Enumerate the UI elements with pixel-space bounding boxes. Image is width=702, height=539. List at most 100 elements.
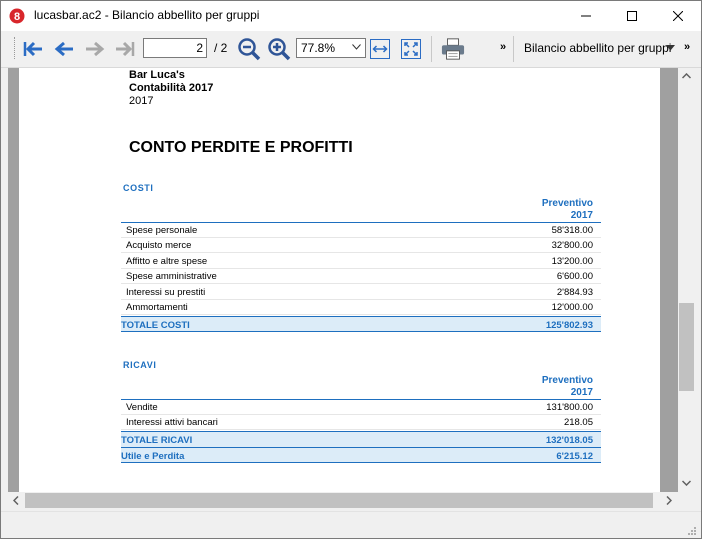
total-value: 125'802.93 <box>545 320 593 331</box>
app-logo-icon: 8 <box>9 8 25 24</box>
report-page: Bar Luca's Contabilità 2017 2017 CONTO P… <box>19 68 660 492</box>
minimize-button[interactable] <box>563 1 609 31</box>
window-title: lucasbar.ac2 - Bilancio abbellito per gr… <box>34 8 260 22</box>
vertical-scroll-thumb[interactable] <box>679 303 694 391</box>
revenues-column-head: Preventivo 2017 <box>513 375 593 399</box>
result-label: Utile e Perdita <box>121 451 185 462</box>
revenues-column-title: Preventivo <box>541 375 593 386</box>
costs-column-year: 2017 <box>570 210 593 221</box>
toolbar-overflow-button[interactable]: » <box>500 41 506 53</box>
scroll-left-icon[interactable] <box>13 496 19 505</box>
fit-page-button[interactable] <box>399 37 423 61</box>
row-value: 2'884.93 <box>556 287 593 298</box>
report-year: 2017 <box>129 95 154 107</box>
row-label: Spese personale <box>126 225 198 236</box>
scrollbar-corner <box>678 492 695 509</box>
vertical-scrollbar[interactable] <box>678 68 695 492</box>
last-page-icon <box>116 41 135 57</box>
document-viewport[interactable]: Bar Luca's Contabilità 2017 2017 CONTO P… <box>8 68 678 492</box>
row-value: 131'800.00 <box>546 402 593 413</box>
zoom-out-icon <box>238 38 261 61</box>
row-value: 218.05 <box>563 417 593 428</box>
arrow-right-icon <box>86 41 105 57</box>
maximize-button[interactable] <box>609 1 655 31</box>
total-label: TOTALE COSTI <box>121 320 190 331</box>
result-value: 6'215.12 <box>556 451 593 462</box>
row-label: Affitto e altre spese <box>126 256 208 267</box>
horizontal-scroll-thumb[interactable] <box>25 493 653 508</box>
scroll-right-icon[interactable] <box>666 496 672 505</box>
report-title: CONTO PERDITE E PROFITTI <box>129 139 353 156</box>
table-row: Spese amministrative 6'600.00 <box>121 269 601 284</box>
table-row: Interessi attivi bancari 218.05 <box>121 415 601 430</box>
page-number-input[interactable]: 2 <box>143 38 207 58</box>
table-row: Vendite 131'800.00 <box>121 400 601 415</box>
row-value: 12'000.00 <box>551 302 593 313</box>
toolbar-grip[interactable] <box>14 37 18 59</box>
fit-page-icon <box>401 39 421 59</box>
title-bar[interactable]: 8 lucasbar.ac2 - Bilancio abbellito per … <box>1 1 701 31</box>
report-select[interactable]: Bilancio abbellito per gruppi <box>524 41 671 55</box>
first-page-button[interactable] <box>21 37 45 61</box>
maximize-icon <box>627 11 637 21</box>
row-value: 32'800.00 <box>551 240 593 251</box>
page-total-label: / 2 <box>214 41 228 55</box>
row-label: Vendite <box>126 402 158 413</box>
result-row: Utile e Perdita 6'215.12 <box>121 447 601 463</box>
toolbar-separator <box>431 36 432 62</box>
svg-text:8: 8 <box>14 11 20 23</box>
report-dropdown-icon[interactable] <box>666 45 675 51</box>
previous-page-button[interactable] <box>52 37 76 61</box>
toolbar: 2 / 2 77.8% » Bilancio abbellito per gru… <box>1 31 701 68</box>
row-label: Interessi su prestiti <box>126 287 206 298</box>
costs-section-label: COSTI <box>123 183 154 193</box>
table-row: Interessi su prestiti 2'884.93 <box>121 285 601 300</box>
total-label: TOTALE RICAVI <box>121 435 193 446</box>
revenues-total-row: TOTALE RICAVI 132'018.05 <box>121 431 601 447</box>
costs-column-head: Preventivo 2017 <box>513 198 593 222</box>
row-value: 13'200.00 <box>551 256 593 267</box>
fit-width-button[interactable] <box>368 37 392 61</box>
company-name: Bar Luca's <box>129 69 185 81</box>
fit-width-icon <box>370 39 390 59</box>
row-label: Interessi attivi bancari <box>126 417 218 428</box>
zoom-in-button[interactable] <box>267 37 291 61</box>
table-row: Ammortamenti 12'000.00 <box>121 300 601 315</box>
scroll-up-icon[interactable] <box>682 73 691 79</box>
horizontal-scrollbar[interactable] <box>8 492 678 509</box>
close-icon <box>673 11 683 21</box>
status-bar <box>1 511 701 538</box>
zoom-out-button[interactable] <box>237 37 261 61</box>
table-row: Acquisto merce 32'800.00 <box>121 238 601 253</box>
chevron-down-icon <box>352 44 361 50</box>
zoom-value: 77.8% <box>301 41 336 55</box>
row-label: Ammortamenti <box>126 302 188 313</box>
row-label: Spese amministrative <box>126 271 217 282</box>
first-page-icon <box>23 41 42 57</box>
revenues-column-year: 2017 <box>570 387 593 398</box>
close-button[interactable] <box>655 1 701 31</box>
row-value: 6'600.00 <box>556 271 593 282</box>
zoom-select[interactable]: 77.8% <box>296 38 366 58</box>
revenues-section-label: RICAVI <box>123 360 157 370</box>
table-row: Spese personale 58'318.00 <box>121 223 601 238</box>
print-button[interactable] <box>441 37 465 61</box>
last-page-button[interactable] <box>113 37 137 61</box>
resize-grip-icon[interactable] <box>687 526 697 536</box>
total-value: 132'018.05 <box>545 435 593 446</box>
costs-total-row: TOTALE COSTI 125'802.93 <box>121 316 601 332</box>
arrow-left-icon <box>54 41 73 57</box>
report-overflow-button[interactable]: » <box>684 41 690 53</box>
printer-icon <box>441 38 465 60</box>
costs-column-title: Preventivo <box>541 198 593 209</box>
zoom-in-icon <box>268 38 291 61</box>
row-label: Acquisto merce <box>126 240 192 251</box>
minimize-icon <box>581 15 591 17</box>
toolbar-separator <box>513 36 514 62</box>
next-page-button[interactable] <box>83 37 107 61</box>
report-subtitle: Contabilità 2017 <box>129 82 214 94</box>
scroll-down-icon[interactable] <box>682 480 691 486</box>
table-row: Affitto e altre spese 13'200.00 <box>121 254 601 269</box>
row-value: 58'318.00 <box>551 225 593 236</box>
app-window: 8 lucasbar.ac2 - Bilancio abbellito per … <box>0 0 702 539</box>
